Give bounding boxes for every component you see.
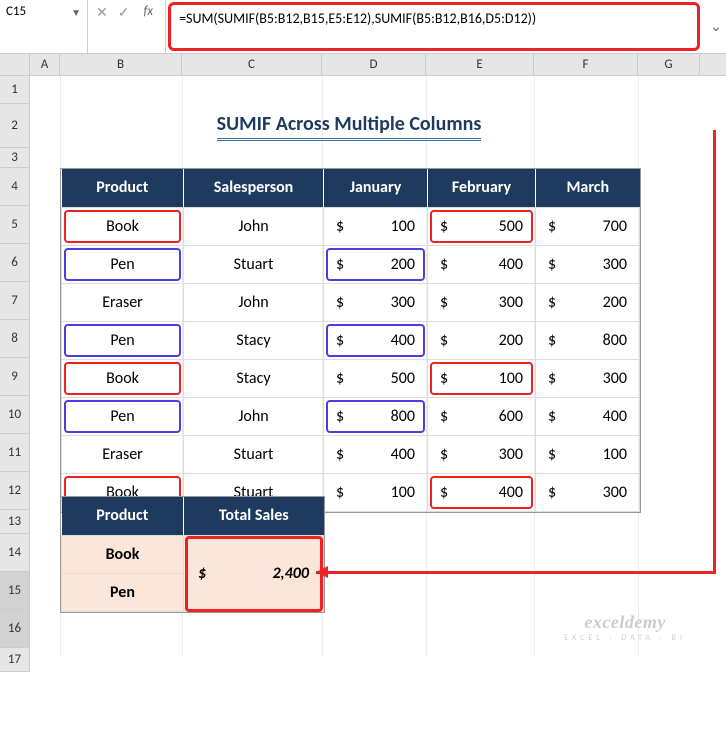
row-header-15[interactable]: 15 <box>0 572 30 610</box>
table-cell[interactable]: $400 <box>324 321 428 359</box>
row-header-2[interactable]: 2 <box>0 104 30 148</box>
table-cell-sp[interactable]: John <box>184 283 324 321</box>
column-headers: A B C D E F G <box>0 54 726 76</box>
table-cell-sp[interactable]: Stacy <box>184 359 324 397</box>
th-sum-total: Total Sales <box>184 497 324 535</box>
table-cell-product[interactable]: Eraser <box>62 283 184 321</box>
select-all-corner[interactable] <box>0 54 30 75</box>
row-header-9[interactable]: 9 <box>0 358 30 396</box>
formula-expand-icon[interactable]: ⌄ <box>706 0 726 53</box>
th-march: March <box>536 169 640 207</box>
sheet-title-wrap: SUMIF Across Multiple Columns <box>60 104 638 148</box>
row-header-14[interactable]: 14 <box>0 534 30 572</box>
row-headers: 1 2 3 4 5 6 7 8 9 10 11 12 13 14 15 16 1… <box>0 76 30 672</box>
col-header-e[interactable]: E <box>426 54 534 75</box>
row-header-17[interactable]: 17 <box>0 648 30 672</box>
table-cell[interactable]: $100 <box>324 473 428 511</box>
table-cell[interactable]: $100 <box>324 207 428 245</box>
col-header-g[interactable]: G <box>638 54 700 75</box>
watermark: exceldemy EXCEL · DATA · BI <box>564 612 686 643</box>
table-cell-sp[interactable]: Stuart <box>184 435 324 473</box>
table-cell[interactable]: $800 <box>324 397 428 435</box>
table-cell[interactable]: $700 <box>536 207 640 245</box>
table-cell[interactable]: $300 <box>428 435 536 473</box>
col-header-a[interactable]: A <box>30 54 60 75</box>
table-cell[interactable]: $200 <box>428 321 536 359</box>
table-cell[interactable]: $300 <box>536 473 640 511</box>
th-january: January <box>324 169 428 207</box>
spreadsheet-grid: 1 2 3 4 5 6 7 8 9 10 11 12 13 14 15 16 1… <box>0 76 726 672</box>
table-cell[interactable]: $300 <box>324 283 428 321</box>
row-header-1[interactable]: 1 <box>0 76 30 104</box>
table-cell[interactable]: $300 <box>428 283 536 321</box>
row-header-4[interactable]: 4 <box>0 168 30 206</box>
row-header-11[interactable]: 11 <box>0 434 30 472</box>
table-cell-product[interactable]: Pen <box>62 245 184 283</box>
row-header-13[interactable]: 13 <box>0 510 30 534</box>
th-february: February <box>428 169 536 207</box>
table-cell[interactable]: $400 <box>536 397 640 435</box>
table-cell[interactable]: $300 <box>536 359 640 397</box>
name-box[interactable]: C15 ▼ <box>0 0 88 53</box>
table-cell-product[interactable]: Book <box>62 359 184 397</box>
table-cell-product[interactable]: Book <box>62 207 184 245</box>
table-cell[interactable]: $300 <box>536 245 640 283</box>
col-header-b[interactable]: B <box>60 54 182 75</box>
table-cell[interactable]: $500 <box>324 359 428 397</box>
sum-total-value: 2,400 <box>272 564 309 583</box>
th-salesperson: Salesperson <box>184 169 324 207</box>
table-cell[interactable]: $600 <box>428 397 536 435</box>
sheet-title: SUMIF Across Multiple Columns <box>217 112 482 141</box>
col-header-c[interactable]: C <box>182 54 322 75</box>
row-header-7[interactable]: 7 <box>0 282 30 320</box>
cancel-icon[interactable]: ✕ <box>96 4 108 21</box>
row-header-3[interactable]: 3 <box>0 148 30 168</box>
table-cell-product[interactable]: Pen <box>62 321 184 359</box>
formula-tools: ✕ ✓ fx <box>88 0 166 53</box>
row-header-8[interactable]: 8 <box>0 320 30 358</box>
main-table: Product Salesperson January February Mar… <box>60 168 641 513</box>
sum-product-2[interactable]: Pen <box>62 573 184 611</box>
table-cell-sp[interactable]: Stacy <box>184 321 324 359</box>
accept-icon[interactable]: ✓ <box>118 4 130 21</box>
currency-symbol: $ <box>198 564 206 583</box>
th-sum-product: Product <box>62 497 184 535</box>
table-cell-sp[interactable]: John <box>184 397 324 435</box>
row-header-5[interactable]: 5 <box>0 206 30 244</box>
sum-product-1[interactable]: Book <box>62 535 184 573</box>
cells-area[interactable]: SUMIF Across Multiple Columns Product Sa… <box>30 76 726 656</box>
table-cell[interactable]: $200 <box>324 245 428 283</box>
row-header-16[interactable]: 16 <box>0 610 30 648</box>
th-product: Product <box>62 169 184 207</box>
watermark-line2: EXCEL · DATA · BI <box>564 633 686 643</box>
row-header-6[interactable]: 6 <box>0 244 30 282</box>
table-cell[interactable]: $500 <box>428 207 536 245</box>
annotation-arrow-vertical <box>713 130 716 574</box>
sum-total-cell[interactable]: $ 2,400 <box>184 535 324 611</box>
summary-table: Product Total Sales Book $ 2,400 Pen <box>60 496 325 613</box>
table-cell[interactable]: $400 <box>324 435 428 473</box>
chevron-down-icon[interactable]: ▼ <box>71 4 81 19</box>
formula-bar: C15 ▼ ✕ ✓ fx =SUM(SUMIF(B5:B12,B15,E5:E1… <box>0 0 726 54</box>
arrow-head-icon <box>316 566 328 578</box>
table-cell[interactable]: $400 <box>428 473 536 511</box>
col-header-d[interactable]: D <box>322 54 426 75</box>
table-cell-sp[interactable]: John <box>184 207 324 245</box>
row-header-12[interactable]: 12 <box>0 472 30 510</box>
col-header-f[interactable]: F <box>534 54 638 75</box>
fx-icon[interactable]: fx <box>139 4 157 19</box>
table-cell[interactable]: $200 <box>536 283 640 321</box>
table-cell[interactable]: $100 <box>536 435 640 473</box>
table-cell-sp[interactable]: Stuart <box>184 245 324 283</box>
formula-input[interactable]: =SUM(SUMIF(B5:B12,B15,E5:E12),SUMIF(B5:B… <box>168 2 700 51</box>
name-box-value: C15 <box>6 4 63 19</box>
watermark-line1: exceldemy <box>564 612 686 633</box>
table-cell[interactable]: $800 <box>536 321 640 359</box>
row-header-10[interactable]: 10 <box>0 396 30 434</box>
annotation-arrow-horizontal <box>316 571 716 574</box>
table-cell-product[interactable]: Pen <box>62 397 184 435</box>
table-cell-product[interactable]: Eraser <box>62 435 184 473</box>
table-cell[interactable]: $100 <box>428 359 536 397</box>
table-cell[interactable]: $400 <box>428 245 536 283</box>
